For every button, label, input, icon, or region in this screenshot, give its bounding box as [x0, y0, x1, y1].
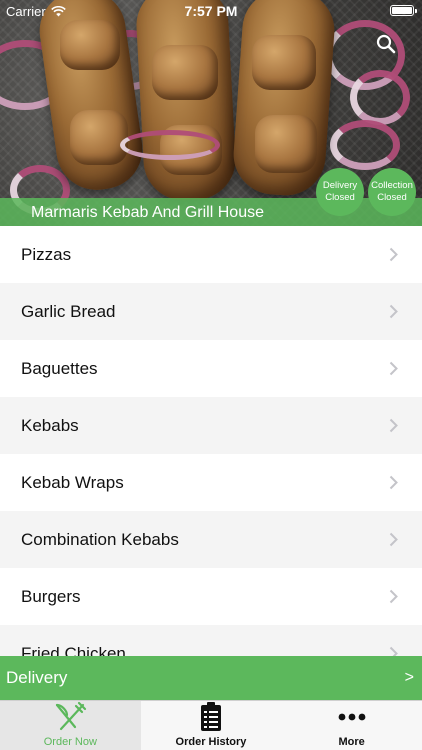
chevron-right-icon	[386, 532, 400, 548]
menu-item-label: Combination Kebabs	[21, 529, 179, 549]
delivery-status-badge: Delivery Closed	[316, 168, 364, 216]
meat-chunk	[152, 45, 218, 100]
tab-label: Order Now	[43, 736, 97, 748]
clipboard-icon	[200, 701, 222, 733]
delivery-mode-bar[interactable]: Delivery >	[0, 656, 422, 700]
menu-item-label: Baguettes	[21, 358, 98, 378]
tab-label: Order History	[175, 736, 247, 748]
search-button[interactable]	[370, 30, 402, 58]
delivery-arrow-icon: >	[404, 669, 414, 686]
menu-item-garlic-bread[interactable]: Garlic Bread	[0, 283, 422, 340]
restaurant-name: Marmaris Kebab And Grill House	[31, 204, 264, 221]
tab-order-history[interactable]: Order History	[141, 701, 282, 750]
menu-item-baguettes[interactable]: Baguettes	[0, 340, 422, 397]
menu-item-label: Pizzas	[21, 244, 72, 264]
more-dots-icon	[338, 701, 366, 733]
collection-badge-title: Collection	[371, 180, 413, 191]
fork-knife-icon	[53, 701, 87, 733]
header-image: Carrier 7:57 PM Marmaris Kebab And Grill…	[0, 0, 422, 226]
menu-item-pizzas[interactable]: Pizzas	[0, 226, 422, 283]
onion-ring	[120, 130, 220, 160]
menu-item-kebabs[interactable]: Kebabs	[0, 397, 422, 454]
chevron-right-icon	[386, 304, 400, 320]
delivery-badge-title: Delivery	[322, 180, 358, 191]
chevron-right-icon	[386, 418, 400, 434]
tab-more[interactable]: More	[281, 701, 422, 750]
chevron-right-icon	[386, 475, 400, 491]
menu-item-label: Fried Chicken	[21, 643, 126, 657]
delivery-mode-label: Delivery	[6, 668, 68, 687]
battery-icon	[390, 5, 417, 16]
collection-badge-status: Closed	[377, 192, 407, 203]
onion-ring	[330, 120, 400, 170]
meat-chunk	[252, 35, 316, 90]
tab-label: More	[338, 736, 365, 748]
meat-chunk	[60, 20, 120, 70]
menu-item-fried-chicken[interactable]: Fried Chicken	[0, 625, 422, 656]
delivery-badge-status: Closed	[325, 192, 355, 203]
search-icon	[376, 34, 396, 54]
onion-ring	[350, 70, 410, 125]
meat-chunk	[255, 115, 317, 173]
menu-category-list[interactable]: Pizzas Garlic Bread Baguettes Kebabs Keb…	[0, 226, 422, 656]
menu-item-label: Kebab Wraps	[21, 472, 124, 492]
menu-item-label: Kebabs	[21, 415, 79, 435]
collection-status-badge: Collection Closed	[368, 168, 416, 216]
chevron-right-icon	[386, 589, 400, 605]
menu-item-kebab-wraps[interactable]: Kebab Wraps	[0, 454, 422, 511]
menu-item-label: Garlic Bread	[21, 301, 116, 321]
menu-item-burgers[interactable]: Burgers	[0, 568, 422, 625]
chevron-right-icon	[386, 247, 400, 263]
chevron-right-icon	[386, 361, 400, 377]
status-bar: Carrier 7:57 PM	[0, 0, 422, 22]
menu-item-label: Burgers	[21, 586, 81, 606]
clock: 7:57 PM	[184, 3, 238, 19]
tab-bar: Order Now Order History More	[0, 700, 422, 750]
chevron-right-icon	[386, 646, 400, 656]
tab-order-now[interactable]: Order Now	[0, 701, 141, 750]
meat-chunk	[70, 110, 128, 165]
menu-item-combination-kebabs[interactable]: Combination Kebabs	[0, 511, 422, 568]
